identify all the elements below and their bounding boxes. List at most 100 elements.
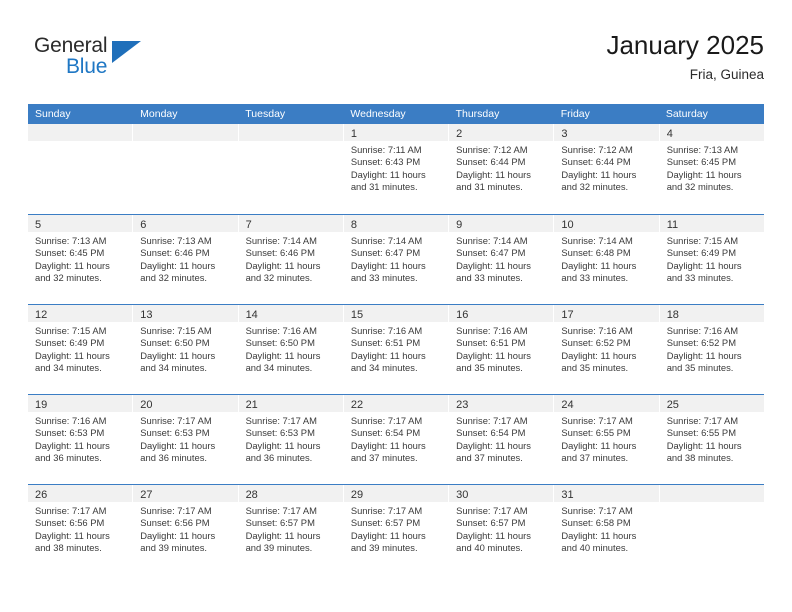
day-number-band: 13 — [133, 305, 238, 322]
day-cell[interactable]: 10 Sunrise: 7:14 AM Sunset: 6:48 PM Dayligh… — [554, 215, 660, 304]
day-cell[interactable]: 19 Sunrise: 7:16 AM Sunset: 6:53 PM Dayligh… — [28, 395, 134, 484]
day-number-band: 5 — [28, 215, 133, 232]
daylight-text-line2: and 31 minutes. — [350, 181, 418, 193]
day-number: 11 — [666, 219, 679, 231]
day-cell[interactable]: 27 Sunrise: 7:17 AM Sunset: 6:56 PM Dayligh… — [133, 485, 239, 574]
day-info: Sunrise: 7:11 AM Sunset: 6:43 PM Daylight:… — [344, 141, 448, 194]
sunrise-text: Sunrise: 7:17 AM — [245, 415, 317, 426]
day-cell[interactable]: 7 Sunrise: 7:14 AM Sunset: 6:46 PM Daylight… — [238, 215, 344, 304]
daylight-text-line1: Daylight: 11 hours — [561, 259, 637, 271]
day-cell[interactable]: 14 Sunrise: 7:16 AM Sunset: 6:50 PM Dayligh… — [238, 305, 344, 394]
day-info: Sunrise: 7:17 AM Sunset: 6:54 PM Daylight:… — [344, 412, 448, 465]
page-title: January 2025 — [606, 30, 764, 60]
day-info: Sunrise: 7:16 AM Sunset: 6:52 PM Daylight:… — [660, 322, 764, 375]
day-number-band: 2 — [449, 124, 554, 141]
day-cell[interactable]: 23 Sunrise: 7:17 AM Sunset: 6:54 PM Dayligh… — [449, 395, 555, 484]
day-number-band: 10 — [554, 215, 659, 232]
logo-text-blue: Blue — [66, 55, 108, 78]
sunrise-text: Sunrise: 7:16 AM — [245, 325, 317, 336]
daylight-text-line2: and 36 minutes. — [245, 452, 313, 464]
sunset-text: Sunset: 6:56 PM — [140, 517, 210, 529]
daylight-text-line1: Daylight: 11 hours — [561, 529, 637, 541]
daylight-text-line1: Daylight: 11 hours — [350, 439, 426, 451]
sunrise-text: Sunrise: 7:17 AM — [350, 505, 423, 516]
day-info: Sunrise: 7:17 AM Sunset: 6:57 PM Daylight:… — [239, 502, 343, 555]
day-number: 31 — [561, 489, 574, 501]
day-cell[interactable]: 5 Sunrise: 7:13 AM Sunset: 6:45 PM Daylight… — [28, 215, 134, 304]
day-cell[interactable]: 15 Sunrise: 7:16 AM Sunset: 6:51 PM Dayligh… — [343, 305, 450, 394]
day-cell[interactable]: 22 Sunrise: 7:17 AM Sunset: 6:54 PM Dayligh… — [343, 395, 450, 484]
day-number: 30 — [456, 489, 469, 501]
sunrise-text: Sunrise: 7:12 AM — [456, 144, 528, 155]
day-cell[interactable]: 18 Sunrise: 7:16 AM Sunset: 6:52 PM Dayligh… — [659, 305, 764, 394]
day-info: Sunrise: 7:17 AM Sunset: 6:55 PM Daylight:… — [660, 412, 764, 465]
day-cell[interactable]: 3 Sunrise: 7:12 AM Sunset: 6:44 PM Daylight… — [554, 124, 660, 214]
day-cell[interactable]: 20 Sunrise: 7:17 AM Sunset: 6:53 PM Dayligh… — [133, 395, 239, 484]
daylight-text-line1: Daylight: 11 hours — [140, 439, 216, 451]
sunset-text: Sunset: 6:55 PM — [561, 427, 631, 439]
day-number: 26 — [35, 489, 48, 501]
day-number: 25 — [666, 399, 679, 411]
daylight-text-line2: and 39 minutes. — [350, 542, 418, 554]
daylight-text-line2: and 32 minutes. — [561, 181, 629, 193]
sunset-text: Sunset: 6:56 PM — [35, 517, 105, 529]
day-cell[interactable]: 13 Sunrise: 7:15 AM Sunset: 6:50 PM Dayligh… — [133, 305, 239, 394]
weekday-sunday: Sunday — [35, 108, 71, 120]
sunrise-text: Sunrise: 7:14 AM — [245, 235, 317, 246]
general-blue-logo[interactable]: General Blue — [34, 34, 184, 84]
day-cell[interactable]: 30 Sunrise: 7:17 AM Sunset: 6:57 PM Dayligh… — [449, 485, 555, 574]
day-cell[interactable]: 26 Sunrise: 7:17 AM Sunset: 6:56 PM Dayligh… — [28, 485, 134, 574]
daylight-text-line1: Daylight: 11 hours — [456, 349, 531, 361]
day-info: Sunrise: 7:17 AM Sunset: 6:56 PM Daylight:… — [133, 502, 237, 555]
sunset-text: Sunset: 6:53 PM — [140, 427, 210, 439]
weekday-wednesday: Wednesday — [350, 108, 406, 120]
day-cell[interactable]: 2 Sunrise: 7:12 AM Sunset: 6:44 PM Daylight… — [449, 124, 555, 214]
day-number-band: 22 — [343, 395, 449, 412]
day-number: 19 — [35, 399, 48, 411]
day-cell[interactable]: 25 Sunrise: 7:17 AM Sunset: 6:55 PM Dayligh… — [659, 395, 764, 484]
day-number: 2 — [456, 128, 463, 140]
day-number-band: 3 — [554, 124, 659, 141]
day-info: Sunrise: 7:14 AM Sunset: 6:46 PM Daylight:… — [239, 232, 343, 285]
day-cell[interactable]: 17 Sunrise: 7:16 AM Sunset: 6:52 PM Dayligh… — [554, 305, 660, 394]
day-number-band: 1 — [343, 124, 449, 141]
day-cell[interactable]: 28 Sunrise: 7:17 AM Sunset: 6:57 PM Dayligh… — [238, 485, 344, 574]
week-row: 1 Sunrise: 7:11 AM Sunset: 6:43 PM Daylight… — [28, 124, 764, 214]
day-cell[interactable]: 1 Sunrise: 7:11 AM Sunset: 6:43 PM Daylight… — [343, 124, 450, 214]
day-number: 18 — [666, 309, 679, 321]
day-cell[interactable]: 8 Sunrise: 7:14 AM Sunset: 6:47 PM Daylight… — [343, 215, 450, 304]
day-cell[interactable]: 12 Sunrise: 7:15 AM Sunset: 6:49 PM Dayligh… — [28, 305, 134, 394]
day-cell[interactable]: 9 Sunrise: 7:14 AM Sunset: 6:47 PM Daylight… — [449, 215, 555, 304]
sunset-text: Sunset: 6:51 PM — [350, 337, 421, 349]
day-number: 5 — [35, 219, 42, 231]
day-cell[interactable]: 16 Sunrise: 7:16 AM Sunset: 6:51 PM Dayligh… — [449, 305, 555, 394]
day-number-band: 9 — [449, 215, 554, 232]
daylight-text-line1: Daylight: 11 hours — [245, 439, 321, 451]
day-cell[interactable]: 31 Sunrise: 7:17 AM Sunset: 6:58 PM Dayligh… — [554, 485, 660, 574]
day-cell[interactable]: 11 Sunrise: 7:15 AM Sunset: 6:49 PM Dayligh… — [659, 215, 764, 304]
daylight-text-line1: Daylight: 11 hours — [666, 349, 742, 361]
day-cell[interactable]: 21 Sunrise: 7:17 AM Sunset: 6:53 PM Dayligh… — [238, 395, 344, 484]
day-number-band: 29 — [343, 485, 449, 502]
daylight-text-line2: and 31 minutes. — [456, 181, 523, 193]
day-number: 24 — [561, 399, 574, 411]
sunset-text: Sunset: 6:46 PM — [140, 247, 210, 259]
day-cell[interactable]: 24 Sunrise: 7:17 AM Sunset: 6:55 PM Dayligh… — [554, 395, 660, 484]
sunrise-text: Sunrise: 7:13 AM — [140, 235, 212, 246]
sunrise-text: Sunrise: 7:13 AM — [666, 144, 739, 155]
day-cell[interactable]: 4 Sunrise: 7:13 AM Sunset: 6:45 PM Daylight… — [659, 124, 764, 214]
day-cell[interactable]: 29 Sunrise: 7:17 AM Sunset: 6:57 PM Dayligh… — [343, 485, 450, 574]
weekday-header-row: Sunday Monday Tuesday Wednesday Thursday… — [28, 104, 764, 124]
sunset-text: Sunset: 6:49 PM — [666, 247, 736, 259]
daylight-text-line2: and 35 minutes. — [666, 362, 734, 374]
daylight-text-line2: and 36 minutes. — [35, 452, 102, 464]
weekday-tuesday: Tuesday — [245, 108, 286, 120]
day-number-band — [28, 124, 133, 141]
sunrise-text: Sunrise: 7:14 AM — [456, 235, 528, 246]
day-info: Sunrise: 7:16 AM Sunset: 6:51 PM Daylight:… — [344, 322, 448, 375]
daylight-text-line1: Daylight: 11 hours — [561, 168, 637, 180]
day-number: 10 — [561, 219, 574, 231]
day-cell[interactable]: 6 Sunrise: 7:13 AM Sunset: 6:46 PM Daylight… — [133, 215, 239, 304]
daylight-text-line1: Daylight: 11 hours — [456, 168, 531, 180]
calendar-grid: Sunday Monday Tuesday Wednesday Thursday… — [28, 104, 764, 574]
